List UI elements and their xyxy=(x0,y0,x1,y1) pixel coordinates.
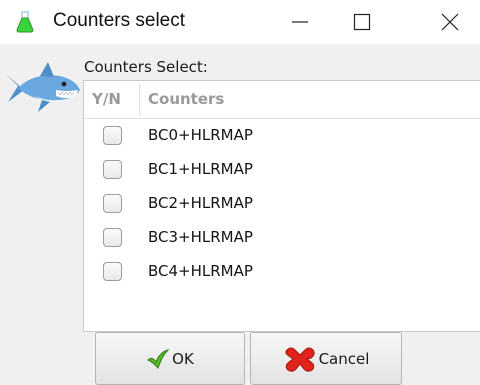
ok-label: OK xyxy=(172,349,194,368)
column-header-yn[interactable]: Y/N xyxy=(92,90,121,108)
maximize-icon xyxy=(353,13,371,31)
red-x-icon xyxy=(284,347,315,372)
close-icon xyxy=(441,13,459,31)
window-title: Counters select xyxy=(53,10,186,31)
flask-icon xyxy=(16,11,34,33)
title-bar: Counters select xyxy=(0,0,480,44)
counters-select-label: Counters Select: xyxy=(84,58,208,76)
counter-label: BC0+HLRMAP xyxy=(148,126,253,144)
minimize-icon xyxy=(292,21,308,23)
table-row[interactable]: BC0+HLRMAP xyxy=(84,119,480,153)
column-header-counters[interactable]: Counters xyxy=(148,90,224,108)
table-header: Y/N Counters xyxy=(84,81,480,119)
row-checkbox[interactable] xyxy=(103,160,122,179)
maximize-button[interactable] xyxy=(335,0,389,44)
shark-logo-icon xyxy=(6,62,80,112)
green-check-arrow-icon xyxy=(147,348,170,369)
counter-label: BC4+HLRMAP xyxy=(148,262,253,280)
column-divider xyxy=(139,84,140,115)
row-checkbox[interactable] xyxy=(103,228,122,247)
ok-button[interactable]: OK xyxy=(95,332,245,385)
cancel-label: Cancel xyxy=(318,349,370,368)
row-checkbox[interactable] xyxy=(103,194,122,213)
counters-table: Y/N Counters BC0+HLRMAP BC1+HLRMAP BC2+H… xyxy=(83,80,480,332)
counter-label: BC2+HLRMAP xyxy=(148,194,253,212)
counter-label: BC3+HLRMAP xyxy=(148,228,253,246)
close-button[interactable] xyxy=(423,0,477,44)
row-checkbox[interactable] xyxy=(103,126,122,145)
table-row[interactable]: BC1+HLRMAP xyxy=(84,153,480,187)
row-checkbox[interactable] xyxy=(103,262,122,281)
table-row[interactable]: BC3+HLRMAP xyxy=(84,221,480,255)
table-row[interactable]: BC2+HLRMAP xyxy=(84,187,480,221)
cancel-button[interactable]: Cancel xyxy=(250,332,402,385)
table-row[interactable]: BC4+HLRMAP xyxy=(84,255,480,289)
counter-label: BC1+HLRMAP xyxy=(148,160,253,178)
minimize-button[interactable] xyxy=(273,0,327,44)
